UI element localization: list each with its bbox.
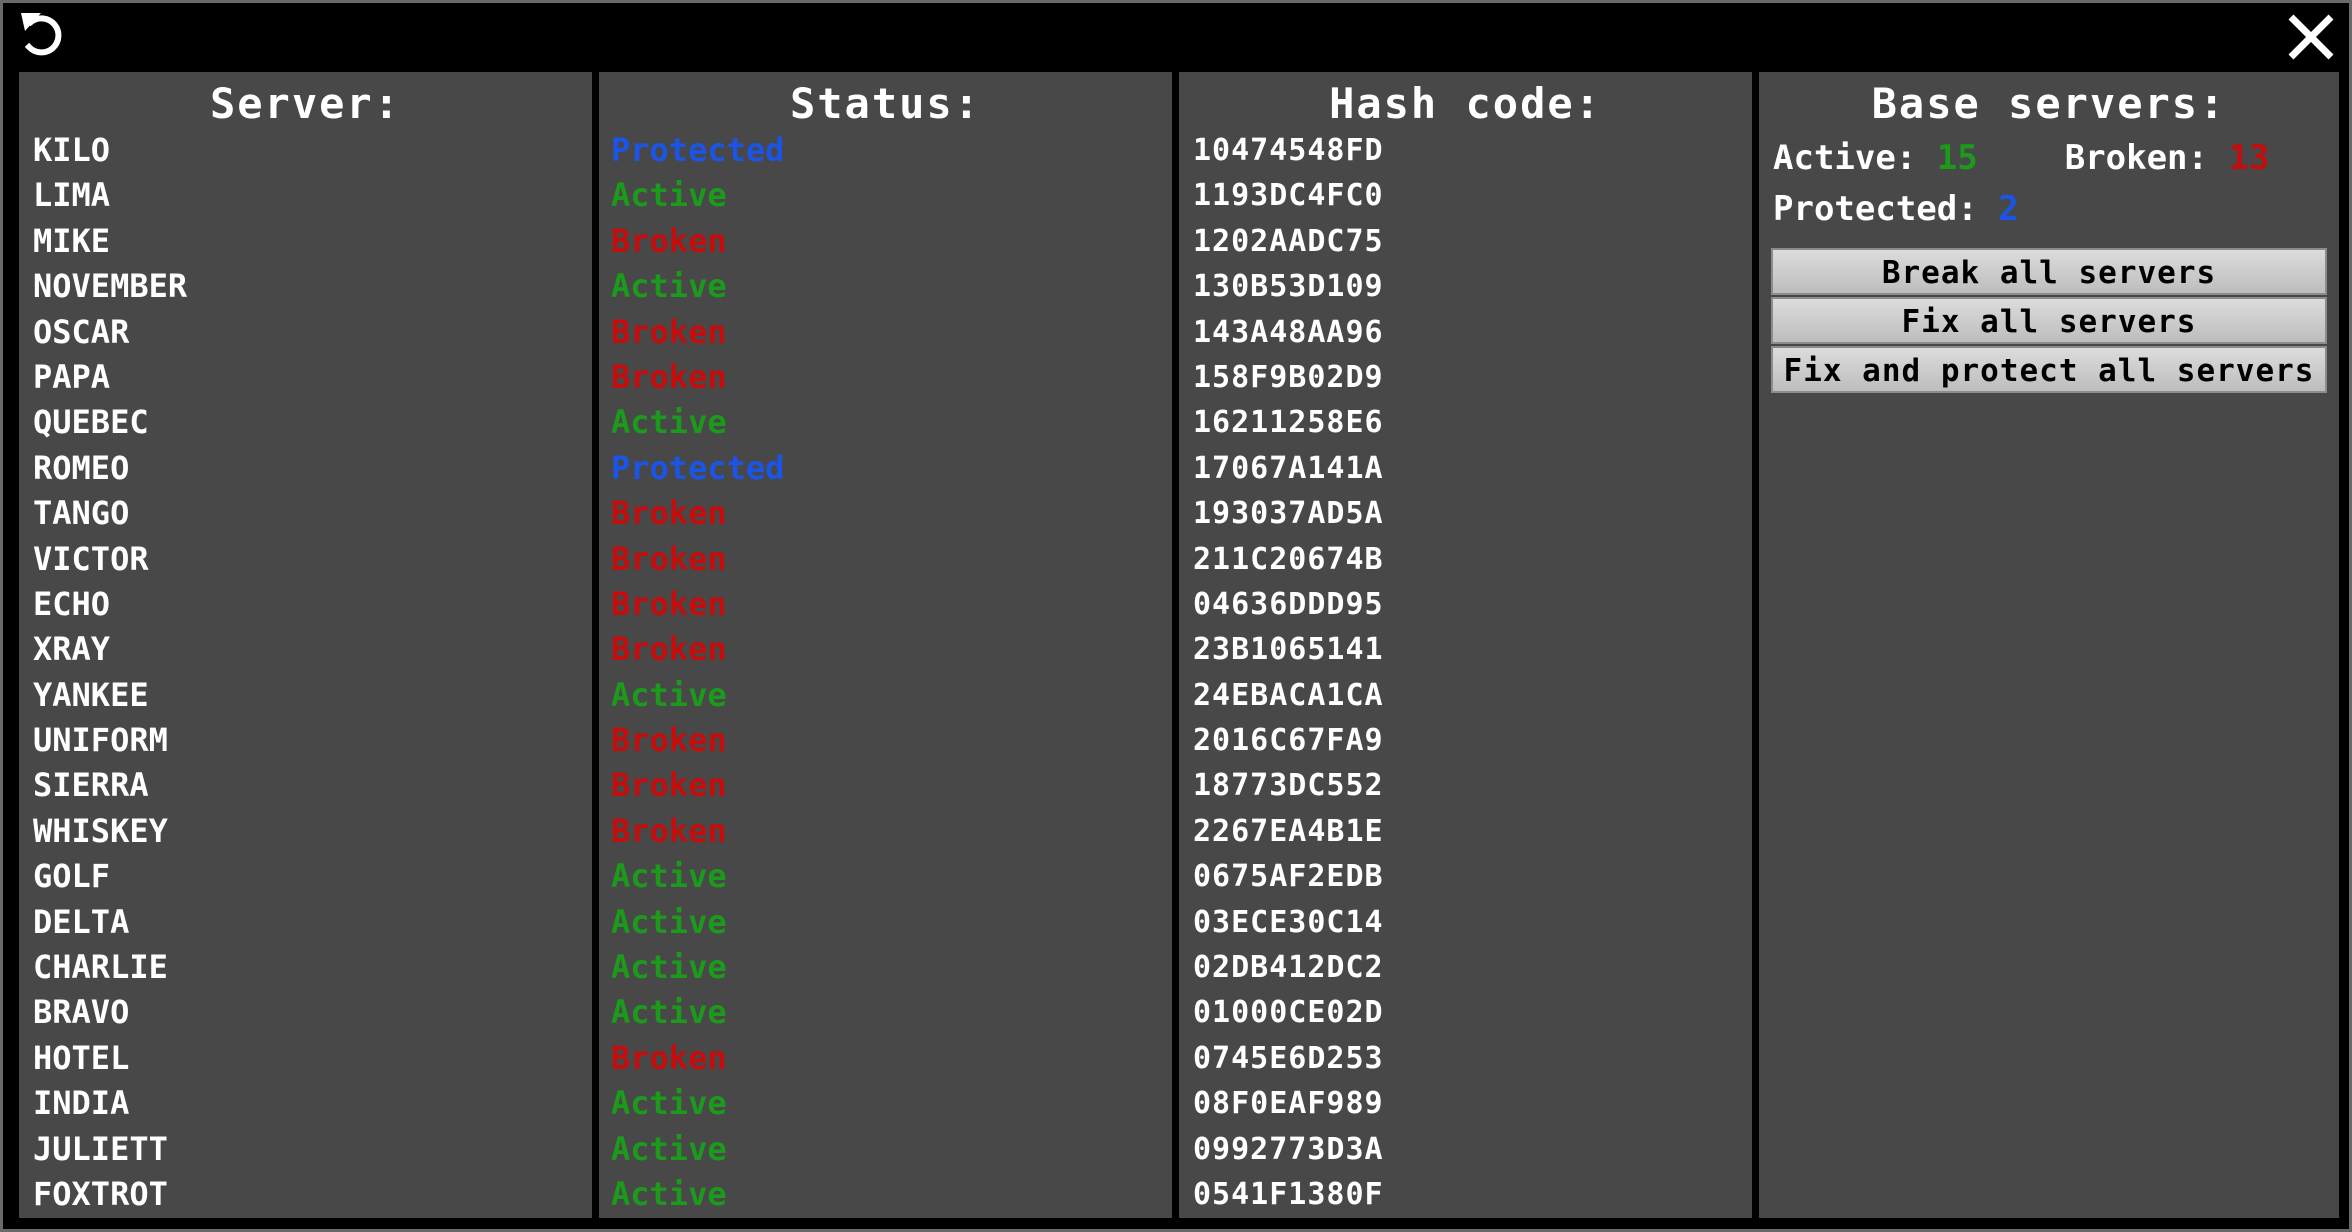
server-hash: 08F0EAF989 xyxy=(1193,1086,1384,1122)
server-hash: 130B53D109 xyxy=(1193,269,1384,305)
hash-column-title: Hash code: xyxy=(1329,79,1602,128)
server-status: Active xyxy=(611,403,727,442)
server-hash: 143A48AA96 xyxy=(1193,314,1384,350)
server-hash: 03ECE30C14 xyxy=(1193,904,1384,940)
server-status: Broken xyxy=(611,539,727,578)
server-status: Broken xyxy=(611,721,727,760)
status-column-title: Status: xyxy=(789,79,981,128)
server-hash: 23B1065141 xyxy=(1193,632,1384,668)
server-status: Active xyxy=(611,993,727,1032)
server-hash: 1193DC4FC0 xyxy=(1193,178,1384,214)
server-name: YANKEE xyxy=(33,675,149,714)
break-all-servers-button[interactable]: Break all servers xyxy=(1771,248,2327,295)
server-hash: 0675AF2EDB xyxy=(1193,859,1384,895)
server-status: Active xyxy=(611,267,727,306)
server-name: ECHO xyxy=(33,584,111,623)
server-name: GOLF xyxy=(33,857,111,896)
server-hash: 0541F1380F xyxy=(1193,1176,1384,1212)
server-name: JULIETT xyxy=(33,1129,168,1168)
server-status: Broken xyxy=(611,811,727,850)
server-name: XRAY xyxy=(33,630,111,669)
server-status: Active xyxy=(611,948,727,987)
base-servers-panel: Base servers: Active: 15 Broken: 13 Prot… xyxy=(1759,72,2339,1218)
close-icon[interactable] xyxy=(2283,9,2339,65)
server-name: WHISKEY xyxy=(33,811,168,850)
server-name: NOVEMBER xyxy=(33,267,188,306)
server-name: SIERRA xyxy=(33,766,149,805)
server-hash: 0745E6D253 xyxy=(1193,1040,1384,1076)
server-status: Active xyxy=(611,675,727,714)
server-status: Broken xyxy=(611,1038,727,1077)
server-hash: 10474548FD xyxy=(1193,133,1384,168)
server-name: BRAVO xyxy=(33,993,130,1032)
server-status: Broken xyxy=(611,221,727,260)
server-manager-window: Server: KILO LIMA MIKE NOVEMBER OSCAR PAPA QUE… xyxy=(0,0,2352,1232)
server-status: Protected xyxy=(611,131,785,169)
server-status: Broken xyxy=(611,312,727,351)
server-status: Active xyxy=(611,857,727,896)
server-name: MIKE xyxy=(33,221,111,260)
server-status: Active xyxy=(611,902,727,941)
server-hash: 04636DDD95 xyxy=(1193,586,1384,622)
server-name: ROMEO xyxy=(33,448,130,487)
server-status: Active xyxy=(611,1084,727,1123)
server-name: PAPA xyxy=(33,357,111,396)
broken-count: 13 xyxy=(2228,138,2270,178)
active-count-label: Active: xyxy=(1773,138,1917,178)
server-name: OSCAR xyxy=(33,312,130,351)
server-column: Server: KILO LIMA MIKE NOVEMBER OSCAR PAPA QUE… xyxy=(19,72,592,1218)
server-hash: 0992773D3A xyxy=(1193,1131,1384,1167)
server-hash: 193037AD5A xyxy=(1193,496,1384,532)
server-hash: 1202AADC75 xyxy=(1193,223,1384,259)
server-hash: 2267EA4B1E xyxy=(1193,813,1384,849)
protected-count: 2 xyxy=(1998,189,2019,229)
server-hash: 02DB412DC2 xyxy=(1193,950,1384,986)
server-name: TANGO xyxy=(33,494,130,533)
fix-and-protect-all-servers-button[interactable]: Fix and protect all servers xyxy=(1771,346,2327,393)
protected-count-line: Protected: 2 xyxy=(1773,189,2019,229)
server-status: Protected xyxy=(611,448,785,487)
server-hash: 158F9B02D9 xyxy=(1193,359,1384,395)
server-name: UNIFORM xyxy=(33,721,168,760)
server-name: HOTEL xyxy=(33,1038,130,1077)
server-status: Active xyxy=(611,1129,727,1168)
status-column: Status: Protected Active Broken Active Broke… xyxy=(599,72,1172,1218)
status-list: Protected Active Broken Active Broken Broken A… xyxy=(599,128,1172,1217)
hash-list: 10474548FD 1193DC4FC0 1202AADC75 130B53D109… xyxy=(1179,128,1752,1217)
server-hash: 17067A141A xyxy=(1193,450,1384,486)
server-hash: 211C20674B xyxy=(1193,541,1384,577)
server-status: Active xyxy=(611,1174,727,1213)
server-name: FOXTROT xyxy=(33,1174,168,1213)
protected-count-label: Protected: xyxy=(1773,189,1978,229)
server-hash: 18773DC552 xyxy=(1193,768,1384,804)
server-status: Broken xyxy=(611,357,727,396)
fix-all-servers-button[interactable]: Fix all servers xyxy=(1771,297,2327,344)
active-count: 15 xyxy=(1936,138,1978,178)
server-status: Broken xyxy=(611,630,727,669)
broken-count-label: Broken: xyxy=(2064,138,2208,178)
server-name: INDIA xyxy=(33,1084,130,1123)
server-name: DELTA xyxy=(33,902,130,941)
server-status: Broken xyxy=(611,766,727,805)
top-bar xyxy=(3,3,2349,69)
server-hash: 16211258E6 xyxy=(1193,405,1384,441)
server-name: CHARLIE xyxy=(33,948,168,987)
server-list: KILO LIMA MIKE NOVEMBER OSCAR PAPA QUEBEC ROMEO… xyxy=(19,128,592,1217)
hash-column: Hash code: 10474548FD 1193DC4FC0 1202AADC7… xyxy=(1179,72,1752,1218)
server-name: LIMA xyxy=(33,176,111,215)
server-hash: 01000CE02D xyxy=(1193,995,1384,1031)
server-status: Active xyxy=(611,176,727,215)
base-counts-line: Active: 15 Broken: 13 xyxy=(1773,138,2269,178)
server-column-title: Server: xyxy=(209,79,401,128)
server-status: Broken xyxy=(611,584,727,623)
server-name: KILO xyxy=(33,131,111,169)
server-name: VICTOR xyxy=(33,539,149,578)
back-arrow-icon[interactable] xyxy=(15,9,71,65)
server-name: QUEBEC xyxy=(33,403,149,442)
server-status: Broken xyxy=(611,494,727,533)
server-hash: 24EBACA1CA xyxy=(1193,677,1384,713)
server-hash: 2016C67FA9 xyxy=(1193,723,1384,759)
base-servers-title: Base servers: xyxy=(1871,79,2227,128)
